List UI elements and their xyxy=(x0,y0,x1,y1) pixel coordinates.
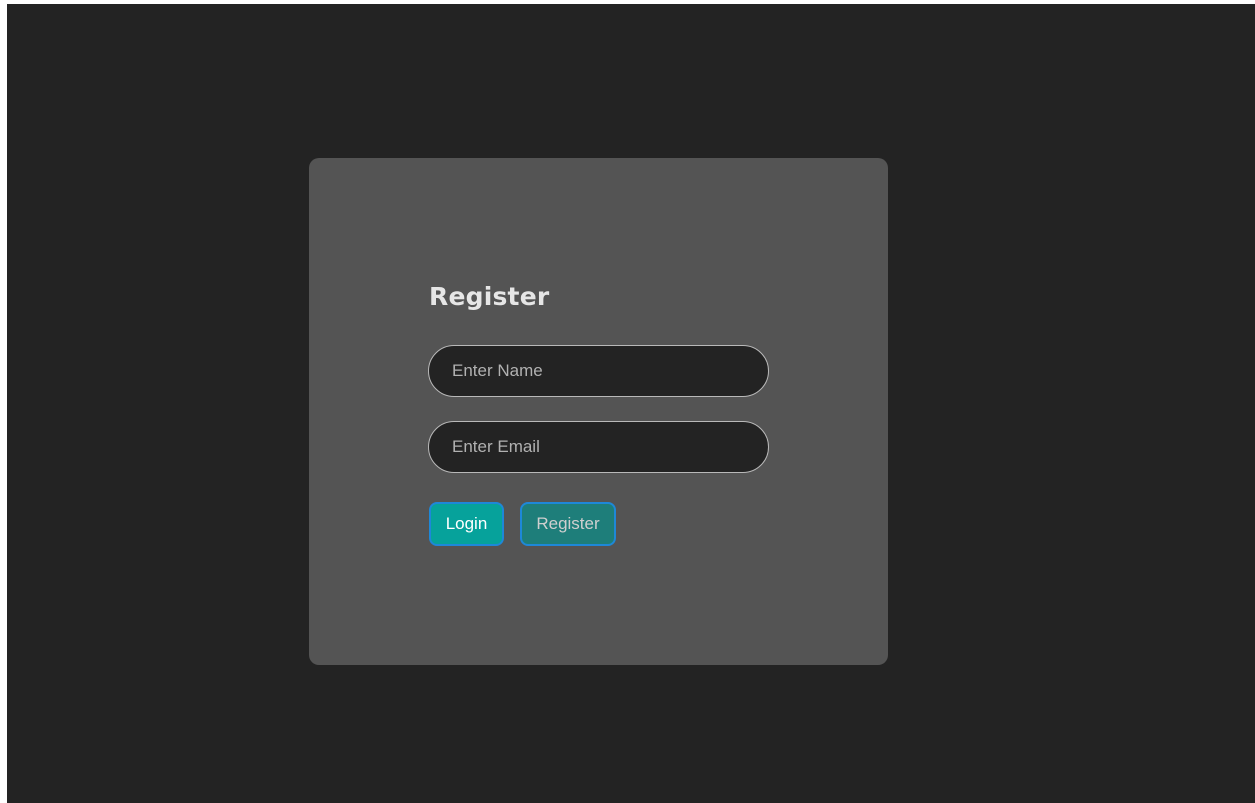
form-title: Register xyxy=(429,282,550,311)
page-background: Register Login Register xyxy=(7,4,1255,803)
name-input[interactable] xyxy=(428,345,769,397)
register-button[interactable]: Register xyxy=(520,502,616,546)
login-button[interactable]: Login xyxy=(429,502,504,546)
email-input[interactable] xyxy=(428,421,769,473)
register-card: Register Login Register xyxy=(309,158,888,665)
